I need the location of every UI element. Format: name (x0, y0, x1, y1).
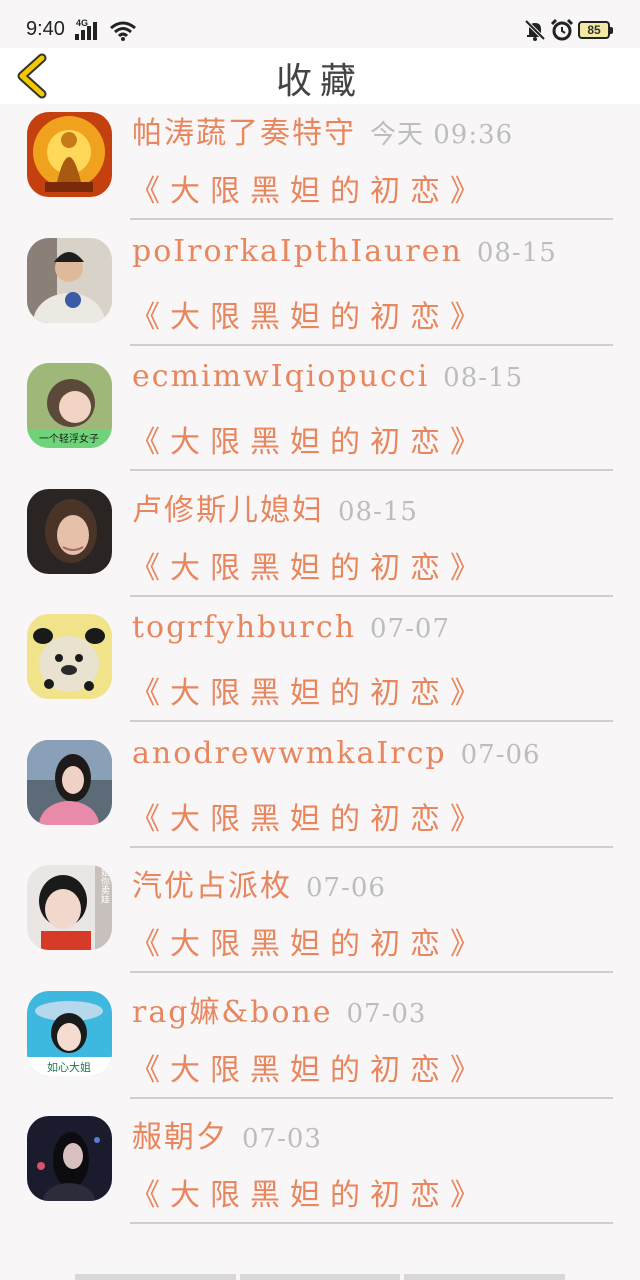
wifi-icon (110, 21, 136, 41)
avatar[interactable] (27, 1116, 112, 1201)
post-time: 今天 09:36 (370, 120, 514, 150)
battery-indicator: 85 (578, 21, 613, 39)
status-time: 9:40 (26, 18, 65, 40)
divider (130, 469, 613, 471)
post-time: 08-15 (338, 496, 418, 527)
mute-bell-icon (524, 19, 546, 41)
divider (130, 1096, 613, 1099)
tab-edge (404, 1274, 566, 1280)
item-header: 汽优占派枚 07-06 (132, 861, 386, 905)
item-header: togrfyhburch 07-07 (132, 610, 450, 645)
divider (130, 971, 613, 973)
avatar-caption: 一个轻浮女子 (39, 432, 99, 445)
post-time: 07-03 (242, 1124, 322, 1154)
avatar[interactable]: 如心大姐 (27, 990, 112, 1076)
user-name[interactable]: 卢修斯儿媳妇 (132, 493, 324, 528)
boy-caption-image: 小姐你卖娃 (27, 865, 112, 950)
avatar-caption: 如心大姐 (47, 1060, 91, 1074)
list-item[interactable]: poIrorkaIpthIauren 08-15 《大限黑妲的初恋》 (0, 230, 640, 356)
post-title[interactable]: 《大限黑妲的初恋》 (130, 1170, 490, 1214)
status-bar: 9:40 4G 85 (0, 0, 640, 48)
user-name[interactable]: togrfyhburch (132, 610, 356, 645)
list-item[interactable]: anodrewwmkaIrcp 07-06 《大限黑妲的初恋》 (0, 732, 640, 858)
divider (130, 720, 613, 722)
item-header: ecmimwIqiopucci 08-15 (132, 359, 523, 394)
golden-statue-image (27, 112, 112, 197)
divider (130, 343, 613, 346)
avatar[interactable] (27, 614, 112, 699)
avatar[interactable]: 小姐你卖娃 (27, 865, 112, 950)
avatar[interactable] (27, 237, 112, 323)
tab-edge (75, 1274, 236, 1280)
post-title[interactable]: 《大限黑妲的初恋》 (130, 543, 490, 587)
girl-caption-image: 一个轻浮女子 (27, 363, 112, 448)
user-name[interactable]: 赧朝夕 (132, 1120, 228, 1155)
post-title[interactable]: 《大限黑妲的初恋》 (130, 794, 490, 838)
list-item[interactable]: 赧朝夕 07-03 《大限黑妲的初恋》 (0, 1108, 640, 1234)
user-name[interactable]: ecmimwIqiopucci (132, 359, 429, 394)
list-item[interactable]: 如心大姐 rag嫲&bone 07-03 《大限黑妲的初恋》 (0, 983, 640, 1109)
list-item[interactable]: 一个轻浮女子 ecmimwIqiopucci 08-15 《大限黑妲的初恋》 (0, 355, 640, 481)
post-title[interactable]: 《大限黑妲的初恋》 (130, 166, 490, 210)
woman-dark-image (27, 488, 112, 574)
post-title[interactable]: 《大限黑妲的初恋》 (130, 668, 490, 712)
post-time: 07-03 (346, 998, 427, 1029)
post-title[interactable]: 《大限黑妲的初恋》 (130, 292, 490, 336)
avatar[interactable] (27, 488, 112, 574)
avatar[interactable]: 一个轻浮女子 (27, 363, 112, 448)
post-time: 07-07 (370, 614, 450, 644)
list-item[interactable]: 小姐你卖娃 汽优占派枚 07-06 《大限黑妲的初恋》 (0, 857, 640, 983)
item-header: 卢修斯儿媳妇 08-15 (132, 485, 418, 529)
post-time: 08-15 (476, 237, 557, 268)
item-header: rag嫲&bone 07-03 (132, 987, 426, 1031)
girl-pink-image (27, 739, 112, 825)
item-header: 帕涛蔬了奏特守 今天 09:36 (132, 108, 513, 152)
signal-icon (75, 22, 97, 40)
user-name[interactable]: 帕涛蔬了奏特守 (132, 116, 356, 151)
user-name[interactable]: anodrewwmkaIrcp (132, 736, 447, 771)
header: 收藏 (0, 48, 640, 104)
user-name[interactable]: 汽优占派枚 (132, 869, 292, 904)
alarm-icon (550, 18, 574, 41)
post-time: 07-06 (460, 739, 541, 770)
divider (130, 594, 613, 597)
list-item[interactable]: togrfyhburch 07-07 《大限黑妲的初恋》 (0, 606, 640, 732)
post-title[interactable]: 《大限黑妲的初恋》 (130, 1045, 490, 1089)
girl-night-image (27, 1116, 112, 1201)
post-time: 08-15 (443, 363, 524, 393)
man-beanie-image (27, 237, 112, 323)
user-name[interactable]: poIrorkaIpthIauren (132, 234, 463, 269)
bottom-tab-bar-edge (75, 1274, 566, 1280)
list-item[interactable]: 卢修斯儿媳妇 08-15 《大限黑妲的初恋》 (0, 481, 640, 607)
item-header: anodrewwmkaIrcp 07-06 (132, 736, 541, 771)
list-item[interactable]: 帕涛蔬了奏特守 今天 09:36 《大限黑妲的初恋》 (0, 104, 640, 230)
divider (130, 845, 613, 848)
post-time: 07-06 (306, 873, 386, 903)
divider (130, 218, 613, 220)
divider (130, 1222, 613, 1224)
item-header: poIrorkaIpthIauren 08-15 (132, 234, 557, 269)
page-title: 收藏 (275, 61, 364, 102)
avatar[interactable] (27, 112, 112, 197)
avatar-caption: 小姐你卖娃 (99, 865, 110, 904)
avatar[interactable] (27, 739, 112, 825)
user-name[interactable]: rag嫲&bone (132, 995, 332, 1030)
item-header: 赧朝夕 07-03 (132, 1112, 322, 1156)
girl-hat-image: 如心大姐 (27, 990, 112, 1076)
favorites-list: 帕涛蔬了奏特守 今天 09:36 《大限黑妲的初恋》 poIrorkaIpthIa… (0, 104, 640, 1234)
post-title[interactable]: 《大限黑妲的初恋》 (130, 919, 490, 963)
tab-edge (239, 1274, 401, 1280)
dog-yellow-image (27, 614, 112, 699)
post-title[interactable]: 《大限黑妲的初恋》 (130, 417, 490, 461)
